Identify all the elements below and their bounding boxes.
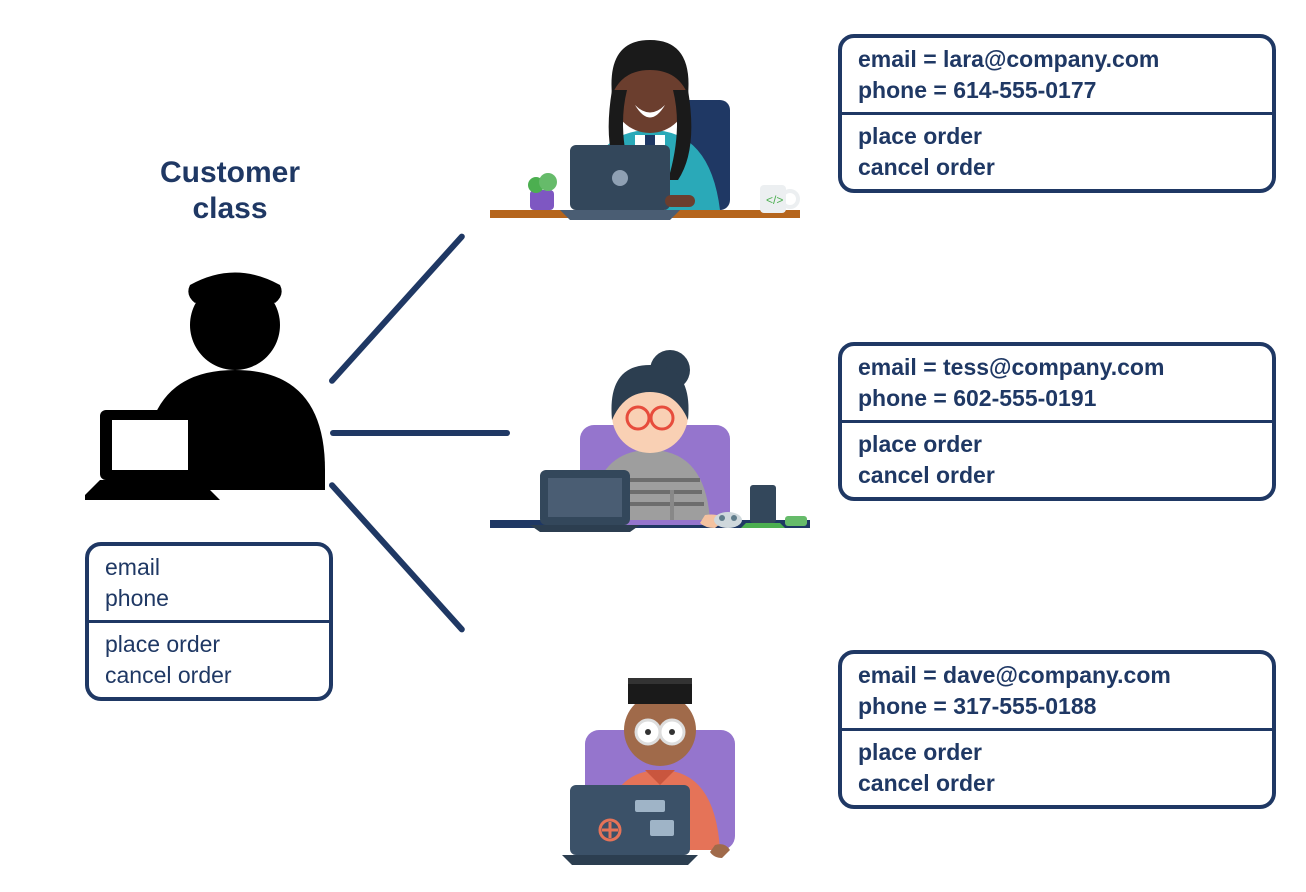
instance-attributes-lara: email = lara@company.com phone = 614-555… bbox=[842, 38, 1272, 112]
tess-cancel-order: cancel order bbox=[858, 460, 1256, 491]
svg-text:</>: </> bbox=[766, 193, 783, 207]
avatar-tess bbox=[470, 310, 830, 555]
customer-class-title: Customer class bbox=[120, 155, 340, 227]
instance-methods-dave: place order cancel order bbox=[842, 731, 1272, 805]
dave-email: email = dave@company.com bbox=[858, 660, 1256, 691]
class-methods-section: place order cancel order bbox=[89, 623, 329, 697]
instance-box-tess: email = tess@company.com phone = 602-555… bbox=[838, 342, 1276, 501]
tess-email: email = tess@company.com bbox=[858, 352, 1256, 383]
customer-class-box: email phone place order cancel order bbox=[85, 542, 333, 701]
lara-place-order: place order bbox=[858, 121, 1256, 152]
class-attr-phone: phone bbox=[105, 583, 313, 614]
customer-class-icon bbox=[85, 260, 345, 525]
instance-box-dave: email = dave@company.com phone = 317-555… bbox=[838, 650, 1276, 809]
avatar-lara: </> bbox=[470, 10, 820, 245]
lara-phone: phone = 614-555-0177 bbox=[858, 75, 1256, 106]
instance-box-lara: email = lara@company.com phone = 614-555… bbox=[838, 34, 1276, 193]
title-line-2: class bbox=[192, 192, 267, 225]
class-method-place-order: place order bbox=[105, 629, 313, 660]
dave-cancel-order: cancel order bbox=[858, 768, 1256, 799]
class-attr-email: email bbox=[105, 552, 313, 583]
instance-methods-tess: place order cancel order bbox=[842, 423, 1272, 497]
dave-phone: phone = 317-555-0188 bbox=[858, 691, 1256, 722]
instance-attributes-dave: email = dave@company.com phone = 317-555… bbox=[842, 654, 1272, 728]
avatar-dave bbox=[500, 620, 820, 875]
connector-to-lara bbox=[328, 232, 466, 385]
tess-phone: phone = 602-555-0191 bbox=[858, 383, 1256, 414]
title-line-1: Customer bbox=[160, 156, 300, 189]
lara-email: email = lara@company.com bbox=[858, 44, 1256, 75]
diagram-stage: Customer class email phone place order bbox=[0, 0, 1306, 892]
dave-place-order: place order bbox=[858, 737, 1256, 768]
class-method-cancel-order: cancel order bbox=[105, 660, 313, 691]
instance-attributes-tess: email = tess@company.com phone = 602-555… bbox=[842, 346, 1272, 420]
class-attributes-section: email phone bbox=[89, 546, 329, 620]
instance-methods-lara: place order cancel order bbox=[842, 115, 1272, 189]
tess-place-order: place order bbox=[858, 429, 1256, 460]
connector-to-dave bbox=[328, 481, 466, 634]
lara-cancel-order: cancel order bbox=[858, 152, 1256, 183]
